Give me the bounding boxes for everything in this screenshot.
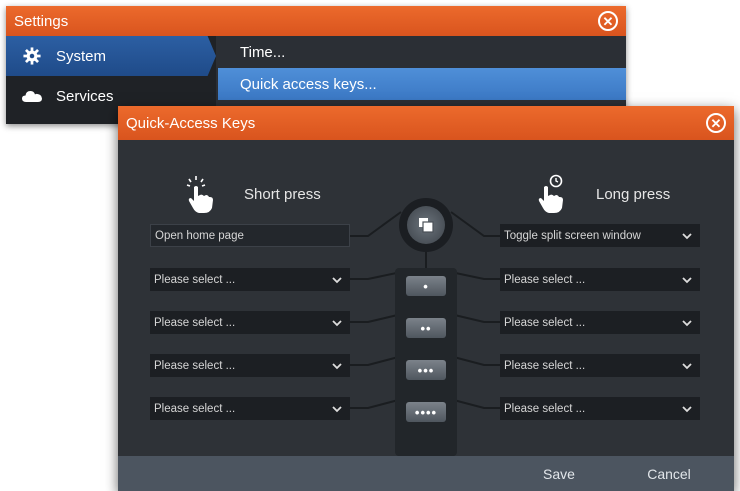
long-press-slot-1[interactable]: Toggle split screen window xyxy=(500,224,700,247)
close-icon: ✕ xyxy=(602,13,614,29)
combo-value: Please select ... xyxy=(154,273,236,286)
dialog-footer: Save Cancel xyxy=(118,456,734,491)
dialog-body: Short press Long press Open home page Pl… xyxy=(118,140,734,456)
combo-value: Toggle split screen window xyxy=(504,229,641,242)
list-item-label: Quick access keys... xyxy=(240,75,377,93)
chevron-down-icon xyxy=(682,362,692,369)
key-dots: •••• xyxy=(414,404,438,420)
long-press-hand-icon xyxy=(538,174,563,213)
save-button[interactable]: Save xyxy=(504,456,614,491)
pages-icon xyxy=(419,218,434,233)
chevron-down-icon xyxy=(332,276,342,283)
short-press-slot-2[interactable]: Please select ... xyxy=(150,268,350,291)
sidebar-item-label: System xyxy=(56,47,107,65)
long-press-slot-2[interactable]: Please select ... xyxy=(500,268,700,291)
long-press-header: Long press xyxy=(532,174,670,214)
settings-close-button[interactable]: ✕ xyxy=(598,11,618,31)
long-press-label: Long press xyxy=(596,185,671,203)
short-press-slot-3[interactable]: Please select ... xyxy=(150,311,350,334)
key-dots: • xyxy=(423,278,429,294)
key-dots: ••• xyxy=(417,362,435,378)
gear-icon xyxy=(22,47,42,65)
key-button-1[interactable]: • xyxy=(406,276,446,296)
combo-value: Please select ... xyxy=(504,316,586,329)
chevron-down-icon xyxy=(682,276,692,283)
key-button-3[interactable]: ••• xyxy=(406,360,446,380)
combo-value: Please select ... xyxy=(154,316,236,329)
short-press-header: Short press xyxy=(182,174,321,214)
long-press-slot-4[interactable]: Please select ... xyxy=(500,354,700,377)
key-panel: • •• ••• •••• xyxy=(395,268,457,456)
chevron-down-icon xyxy=(332,362,342,369)
tap-hand-icon xyxy=(186,176,213,213)
combo-value: Please select ... xyxy=(504,402,586,415)
combo-value: Please select ... xyxy=(504,273,586,286)
combo-value: Please select ... xyxy=(154,402,236,415)
close-icon: ✕ xyxy=(710,115,722,131)
combo-value: Please select ... xyxy=(504,359,586,372)
short-press-slot-4[interactable]: Please select ... xyxy=(150,354,350,377)
combo-value: Please select ... xyxy=(154,359,236,372)
settings-title: Settings xyxy=(14,12,69,30)
key-dots: •• xyxy=(420,320,432,336)
quick-access-dialog: Quick-Access Keys ✕ Short press Long pre… xyxy=(118,106,734,491)
long-press-slot-5[interactable]: Please select ... xyxy=(500,397,700,420)
combo-value: Open home page xyxy=(155,229,244,242)
list-item-time[interactable]: Time... xyxy=(218,36,626,68)
short-press-label: Short press xyxy=(244,185,321,203)
short-press-slot-5[interactable]: Please select ... xyxy=(150,397,350,420)
sidebar-item-system[interactable]: System xyxy=(6,36,216,76)
short-press-slot-1[interactable]: Open home page xyxy=(150,224,350,247)
center-key-button[interactable] xyxy=(399,198,453,252)
cloud-icon xyxy=(22,89,42,103)
list-item-quick-access-keys[interactable]: Quick access keys... xyxy=(218,68,626,100)
chevron-down-icon xyxy=(682,319,692,326)
chevron-down-icon xyxy=(332,405,342,412)
dialog-titlebar: Quick-Access Keys ✕ xyxy=(118,106,734,140)
list-item-label: Time... xyxy=(240,43,286,61)
center-key-inner xyxy=(407,206,445,244)
key-button-2[interactable]: •• xyxy=(406,318,446,338)
long-press-slot-3[interactable]: Please select ... xyxy=(500,311,700,334)
settings-titlebar: Settings ✕ xyxy=(6,6,626,36)
chevron-down-icon xyxy=(332,319,342,326)
dialog-title: Quick-Access Keys xyxy=(126,114,256,132)
sidebar-item-label: Services xyxy=(56,87,114,105)
cancel-button[interactable]: Cancel xyxy=(614,456,724,491)
key-button-4[interactable]: •••• xyxy=(406,402,446,422)
chevron-down-icon xyxy=(682,232,692,239)
dialog-close-button[interactable]: ✕ xyxy=(706,113,726,133)
chevron-down-icon xyxy=(682,405,692,412)
